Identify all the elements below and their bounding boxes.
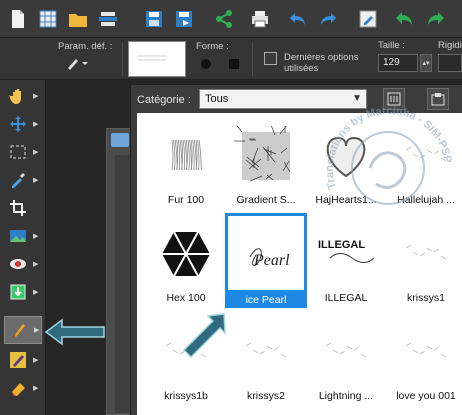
brush-picker-panel: Catégorie : Tous ▼ Fur 100 Gradient S... Ha…	[130, 84, 462, 415]
dropper-tool[interactable]: ▶	[4, 166, 42, 194]
preset-label: Param. déf. :	[58, 41, 113, 52]
brush-thumbnail-icon	[309, 121, 383, 191]
annotation-arrow-diagonal	[182, 313, 226, 359]
eye-icon	[7, 253, 29, 275]
brush-name: krissys1	[407, 292, 445, 304]
brush-thumbnail-icon	[309, 317, 383, 387]
brush-item[interactable]: Pearl ice Pearl	[223, 213, 309, 309]
round-shape-icon[interactable]	[200, 58, 212, 73]
scanner-icon[interactable]	[96, 7, 120, 31]
open-folder-icon[interactable]	[66, 7, 90, 31]
brush-thumbnail-icon	[389, 121, 462, 191]
print-icon[interactable]	[248, 7, 272, 31]
landscape-icon	[7, 225, 29, 247]
brush-name: love you 001	[396, 390, 456, 402]
document-tab-icon[interactable]	[111, 133, 129, 147]
main-toolbar	[0, 0, 462, 38]
brush-name: Gradient S...	[236, 194, 296, 206]
crop-tool[interactable]	[4, 194, 42, 222]
brush-name: Hallelujah ...	[397, 194, 455, 206]
back-arrow-icon[interactable]	[392, 7, 416, 31]
brush-item[interactable]: Fur 100	[143, 115, 229, 211]
redo-icon[interactable]	[316, 7, 340, 31]
eyedropper-icon	[7, 169, 29, 191]
brush-grid: Fur 100 Gradient S... HajHearts1... Hallelu…	[137, 113, 462, 415]
brush-name: Lightning ...	[318, 390, 374, 402]
share-icon[interactable]	[212, 7, 236, 31]
brush-item[interactable]: Lightning ...	[303, 311, 389, 407]
brush-name: ice Pearl	[225, 293, 307, 308]
rigidity-label: Rigidi	[438, 40, 462, 51]
pan-tool[interactable]: ▶	[4, 82, 42, 110]
svg-text:Pearl: Pearl	[253, 252, 290, 269]
brush-name: krissys1b	[164, 390, 208, 402]
brush-name: krissys2	[247, 390, 285, 402]
square-shape-icon[interactable]	[228, 58, 240, 73]
import-icon	[7, 281, 29, 303]
tools-palette: ▶ ▶ ▶ ▶ ▶ ▶ ▶ ▶ ▶ ▶	[0, 80, 46, 415]
brush-thumbnail-icon	[149, 121, 223, 191]
eraser-icon	[7, 377, 29, 399]
brush-name: ILLEGAL	[324, 292, 368, 304]
new-document-icon[interactable]	[6, 7, 30, 31]
brush-item[interactable]: krissys1	[383, 213, 462, 309]
brush-item[interactable]: HajHearts1...	[303, 115, 389, 211]
category-select[interactable]: Tous ▼	[199, 89, 367, 109]
clone-tool[interactable]: ▶	[4, 278, 42, 306]
eraser-tool[interactable]: ▶	[4, 374, 42, 402]
last-options-label: Dernières options utilisées	[284, 52, 359, 74]
grid-icon[interactable]	[36, 7, 60, 31]
save-icon[interactable]	[142, 7, 166, 31]
brush-item[interactable]: krissys2	[223, 311, 309, 407]
brush-thumbnail-icon	[389, 317, 462, 387]
save-as-icon[interactable]	[172, 7, 196, 31]
color-brush-icon	[7, 349, 29, 371]
brush-item[interactable]: love you 001	[383, 311, 462, 407]
brush-thumbnail-icon: Pearl	[225, 213, 307, 293]
brush-name: HajHearts1...	[315, 194, 377, 206]
last-options-checkbox[interactable]	[264, 52, 277, 65]
undo-icon[interactable]	[286, 7, 310, 31]
selection-tool[interactable]: ▶	[4, 138, 42, 166]
shape-label: Forme :	[196, 41, 229, 52]
brush-item[interactable]: ILLEGAL ILLEGAL	[303, 213, 389, 309]
brush-thumbnail-icon	[229, 121, 303, 191]
category-label: Catégorie :	[137, 94, 191, 106]
brush-preset-icon[interactable]	[66, 56, 88, 73]
brush-name: Fur 100	[167, 194, 205, 206]
brush-list-button[interactable]	[383, 88, 405, 110]
hand-icon	[7, 85, 29, 107]
move-arrows-icon	[7, 113, 29, 135]
paint-brush-icon	[8, 319, 30, 341]
move-tool[interactable]: ▶	[4, 110, 42, 138]
selection-marquee-icon	[7, 141, 29, 163]
brush-thumbnail-icon	[149, 219, 223, 289]
forward-arrow-icon[interactable]	[424, 7, 448, 31]
red-eye-tool[interactable]: ▶	[4, 250, 42, 278]
category-value: Tous	[205, 93, 229, 105]
brush-item[interactable]: Gradient S...	[223, 115, 309, 211]
brush-name: Hex 100	[166, 292, 206, 304]
brush-item[interactable]: Hallelujah ...	[383, 115, 462, 211]
size-label: Taille :	[378, 40, 405, 51]
size-stepper-icon[interactable]: ▴▾	[420, 54, 432, 72]
annotation-arrow-left	[44, 318, 105, 346]
tool-options-bar: Param. déf. : Forme : Dernières options …	[0, 38, 462, 80]
brush-thumbnail-icon	[229, 317, 303, 387]
rigidity-input[interactable]	[438, 54, 462, 72]
chevron-down-icon: ▼	[352, 93, 362, 104]
brush-tip-preview[interactable]	[128, 41, 186, 77]
edit-icon[interactable]	[356, 7, 380, 31]
paint-brush-tool[interactable]: ▶	[4, 316, 42, 344]
brush-item[interactable]: Hex 100	[143, 213, 229, 309]
crop-icon	[7, 197, 29, 219]
brush-thumbnail-icon	[389, 219, 462, 289]
svg-text:ILLEGAL: ILLEGAL	[318, 239, 365, 251]
color-replacer-tool[interactable]: ▶	[4, 346, 42, 374]
brush-resource-button[interactable]	[427, 88, 449, 110]
brush-thumbnail-icon: ILLEGAL	[309, 219, 383, 289]
size-input[interactable]: 129	[378, 54, 418, 72]
straighten-tool[interactable]: ▶	[4, 222, 42, 250]
